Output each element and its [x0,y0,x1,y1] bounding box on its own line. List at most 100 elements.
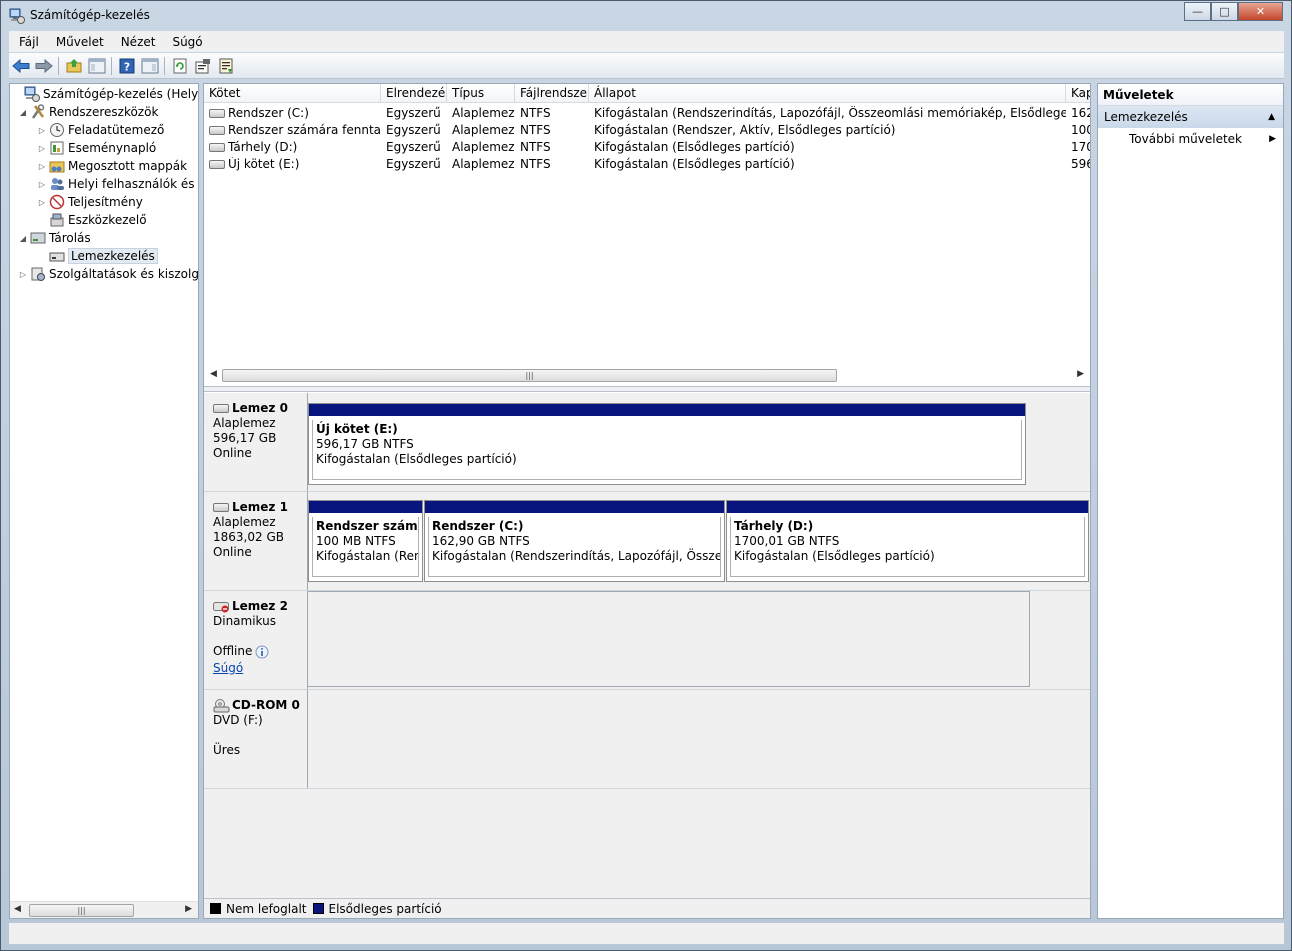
tree-item-performance[interactable]: ▷ Teljesítmény [37,193,143,211]
show-tree-icon[interactable] [85,55,108,77]
legend-label: Elsődleges partíció [328,901,442,916]
tree-item-label: Eseménynapló [68,141,157,155]
cd-rom-icon [213,698,230,712]
partition-bar [309,404,1025,418]
shared-folder-icon [49,161,65,173]
export-icon[interactable] [214,55,237,77]
tree-item-label: Feladatütemező [68,123,165,137]
partition-block[interactable]: Rendszer (C:) 162,90 GB NTFS Kifogástala… [424,500,725,582]
column-header[interactable]: Kötet [204,84,381,103]
column-header[interactable]: Fájlrendszer [515,84,589,103]
disk-type: DVD (F:) [213,713,263,727]
column-header[interactable]: Típus [447,84,515,103]
disk-label[interactable]: Lemez 2 Dinamikus Offline Súgó [204,591,308,689]
event-viewer-icon [50,141,64,155]
menu-view[interactable]: Nézet [111,35,163,49]
tree-item-services[interactable]: ▷ Szolgáltatások és kiszolgáló [18,265,198,283]
disk-type: Dinamikus [213,614,276,628]
volume-row[interactable]: Rendszer számára fenntartott Egyszerű Al… [204,121,1090,138]
tree-horizontal-scrollbar[interactable]: ◀ ||| ▶ [10,901,198,918]
tree-item-storage[interactable]: ◢ Tárolás [18,229,91,247]
tree-item-label: Rendszereszközök [49,105,159,119]
info-icon[interactable] [254,645,270,659]
users-icon [51,178,64,190]
partition-title: Új kötet (E:) [316,422,398,436]
refresh-icon[interactable] [168,55,191,77]
disk-label[interactable]: CD-ROM 0 DVD (F:) Üres [204,690,308,788]
volume-row[interactable]: Tárhely (D:) Egyszerű Alaplemez NTFS Kif… [204,138,1090,155]
disk-name: Lemez 1 [232,500,288,514]
scroll-right-icon[interactable]: ▶ [185,904,192,914]
more-actions-item[interactable]: További műveletek ▶ [1098,128,1283,150]
legend-label: Nem lefoglalt [226,901,307,916]
toolbar: ? [9,53,1284,79]
volume-list-horizontal-scrollbar[interactable]: ◀ ||| ▶ [204,367,1090,385]
up-folder-icon[interactable] [62,55,85,77]
volume-name: Rendszer számára fenntartott [228,122,381,137]
disk-icon [213,503,229,512]
tree-item-disk-management[interactable]: Lemezkezelés [37,247,158,265]
volume-status: Kifogástalan (Rendszer, Aktív, Elsődlege… [594,122,896,137]
disk-status: Üres [213,743,241,757]
partition-block[interactable]: Új kötet (E:) 596,17 GB NTFS Kifogástala… [308,403,1026,485]
disk-label[interactable]: Lemez 1 Alaplemez 1863,02 GB Online [204,492,308,590]
minimize-button[interactable]: — [1184,2,1211,21]
tree-item-local-users[interactable]: ▷ Helyi felhasználók és cs [37,175,198,193]
volume-layout: Egyszerű [386,139,441,154]
volume-row[interactable]: Új kötet (E:) Egyszerű Alaplemez NTFS Ki… [204,155,1090,172]
disk-status: Online [213,545,252,559]
volume-status: Kifogástalan (Elsődleges partíció) [594,139,795,154]
help-link[interactable]: Súgó [213,661,243,675]
tree-item-shared-folders[interactable]: ▷ Megosztott mappák [37,157,187,175]
title-bar[interactable]: Számítógép-kezelés — □ ✕ [1,1,1291,31]
scroll-left-icon[interactable]: ◀ [210,369,217,379]
collapsed-triangle-icon[interactable]: ▷ [37,162,47,171]
scroll-thumb[interactable]: ||| [29,904,134,917]
column-header[interactable]: Elrendezés [381,84,447,103]
tree-item-task-scheduler[interactable]: ▷ Feladatütemező [37,121,164,139]
scroll-left-icon[interactable]: ◀ [14,904,21,914]
collapsed-triangle-icon[interactable]: ▷ [37,126,47,135]
close-button[interactable]: ✕ [1238,2,1283,21]
expanded-triangle-icon[interactable]: ◢ [18,108,28,117]
menu-help[interactable]: Súgó [162,35,209,49]
help-icon[interactable]: ? [115,55,138,77]
collapsed-triangle-icon[interactable]: ▷ [37,180,47,189]
partition-block[interactable]: Rendszer számára 100 MB NTFS Kifogástala… [308,500,423,582]
menu-file[interactable]: Fájl [9,35,46,49]
collapse-up-icon[interactable]: ▲ [1268,106,1275,128]
disk-label[interactable]: Lemez 0 Alaplemez 596,17 GB Online [204,393,308,491]
properties-icon[interactable] [191,55,214,77]
more-actions-label: További műveletek [1129,132,1243,146]
submenu-arrow-icon: ▶ [1269,134,1276,144]
menu-action[interactable]: Művelet [46,35,111,49]
volume-capacity: 170 [1071,139,1090,154]
computer-management-icon [9,8,25,24]
volume-row[interactable]: Rendszer (C:) Egyszerű Alaplemez NTFS Ki… [204,104,1090,121]
volume-filesystem: NTFS [520,122,551,137]
tree-item-device-manager[interactable]: Eszközkezelő [37,211,147,229]
column-header[interactable]: Kap [1066,84,1090,103]
partition-block[interactable]: Tárhely (D:) 1700,01 GB NTFS Kifogástala… [726,500,1089,582]
back-icon[interactable] [9,55,32,77]
volume-status: Kifogástalan (Rendszerindítás, Lapozófáj… [594,105,1066,120]
volume-filesystem: NTFS [520,105,551,120]
expanded-triangle-icon[interactable]: ◢ [18,234,28,243]
actions-section[interactable]: Lemezkezelés ▲ [1098,106,1283,128]
collapsed-triangle-icon[interactable]: ▷ [18,270,28,279]
tree-item-system-tools[interactable]: ◢ Rendszereszközök [18,103,158,121]
offline-disk-icon [213,601,229,612]
scroll-right-icon[interactable]: ▶ [1077,369,1084,379]
pane-splitter[interactable] [204,386,1090,392]
scroll-thumb[interactable]: ||| [222,369,837,382]
forward-icon[interactable] [32,55,55,77]
tree-root[interactable]: Számítógép-kezelés (Helyi) [12,85,198,103]
collapsed-triangle-icon[interactable]: ▷ [37,198,47,207]
console-view-icon[interactable] [138,55,161,77]
disk-icon [213,404,229,413]
column-header[interactable]: Állapot [589,84,1066,103]
maximize-button[interactable]: □ [1211,2,1238,21]
tree-item-event-viewer[interactable]: ▷ Eseménynapló [37,139,156,157]
collapsed-triangle-icon[interactable]: ▷ [37,144,47,153]
status-bar [9,922,1284,944]
